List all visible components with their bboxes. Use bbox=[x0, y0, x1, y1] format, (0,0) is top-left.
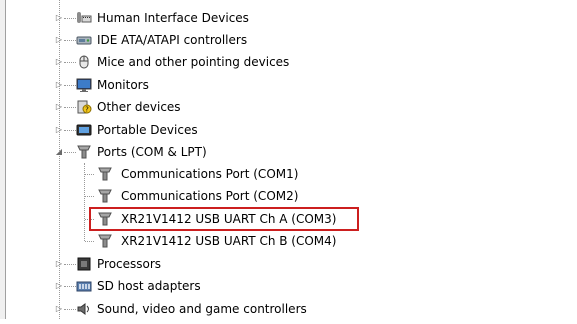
tree-item-com1[interactable]: Communications Port (COM1) bbox=[0, 163, 577, 185]
tree-item-label: Communications Port (COM2) bbox=[121, 189, 299, 203]
tree-branch-line bbox=[64, 18, 76, 19]
tree-item-label: Monitors bbox=[97, 78, 149, 92]
tree-branch-line bbox=[85, 219, 94, 220]
tree-branch-line bbox=[64, 107, 76, 108]
ide-controller-icon bbox=[76, 32, 92, 48]
hid-icon bbox=[76, 10, 92, 26]
tree-item-label: Other devices bbox=[97, 100, 181, 114]
tree-item-label: Human Interface Devices bbox=[97, 11, 249, 25]
tree-branch-line bbox=[64, 130, 76, 131]
processor-icon bbox=[76, 256, 92, 272]
port-icon bbox=[76, 144, 92, 160]
tree-item-label: XR21V1412 USB UART Ch A (COM3) bbox=[121, 212, 337, 226]
svg-text:?: ? bbox=[85, 106, 89, 114]
tree-item-human-interface-devices[interactable]: ▷ Human Interface Devices bbox=[0, 7, 577, 29]
tree-item-com3[interactable]: XR21V1412 USB UART Ch A (COM3) bbox=[0, 208, 577, 230]
tree-item-label: SD host adapters bbox=[97, 279, 201, 293]
expand-collapsed-icon[interactable]: ▷ bbox=[55, 282, 63, 290]
expand-collapsed-icon[interactable]: ▷ bbox=[55, 14, 63, 22]
tree-branch-line bbox=[64, 85, 76, 86]
device-manager-tree[interactable]: ▷ Human Interface Devices ▷ IDE ATA/ATAP… bbox=[0, 0, 577, 319]
expand-collapsed-icon[interactable]: ▷ bbox=[55, 260, 63, 268]
tree-branch-line bbox=[85, 174, 94, 175]
tree-item-label: Mice and other pointing devices bbox=[97, 55, 290, 69]
tree-item-ide-ata-atapi-controllers[interactable]: ▷ IDE ATA/ATAPI controllers bbox=[0, 29, 577, 51]
tree-branch-line bbox=[64, 152, 76, 153]
tree-item-processors[interactable]: ▷ Processors bbox=[0, 253, 577, 275]
tree-item-label: IDE ATA/ATAPI controllers bbox=[97, 33, 248, 47]
unknown-device-icon: ? bbox=[76, 99, 92, 115]
tree-item-com2[interactable]: Communications Port (COM2) bbox=[0, 185, 577, 207]
tree-item-label: Sound, video and game controllers bbox=[97, 302, 307, 316]
tree-item-monitors[interactable]: ▷ Monitors bbox=[0, 74, 577, 96]
tree-branch-line bbox=[64, 264, 76, 265]
expand-collapsed-icon[interactable]: ▷ bbox=[55, 305, 63, 313]
tree-item-mice[interactable]: ▷ Mice and other pointing devices bbox=[0, 51, 577, 73]
expand-expanded-icon[interactable]: ◢ bbox=[55, 148, 63, 156]
tree-item-label: Ports (COM & LPT) bbox=[97, 145, 207, 159]
tree-item-label: Communications Port (COM1) bbox=[121, 167, 299, 181]
tree-item-com4[interactable]: XR21V1412 USB UART Ch B (COM4) bbox=[0, 230, 577, 252]
port-icon bbox=[97, 166, 113, 182]
speaker-icon bbox=[76, 301, 92, 317]
expand-collapsed-icon[interactable]: ▷ bbox=[55, 81, 63, 89]
monitor-icon bbox=[76, 77, 92, 93]
tree-branch-line bbox=[64, 40, 76, 41]
expand-collapsed-icon[interactable]: ▷ bbox=[55, 126, 63, 134]
mouse-icon bbox=[76, 54, 92, 70]
tree-item-label: Portable Devices bbox=[97, 123, 198, 137]
tree-item-sound-video-game-controllers[interactable]: ▷ Sound, video and game controllers bbox=[0, 298, 577, 320]
tree-item-sd-host-adapters[interactable]: ▷ SD host adapters bbox=[0, 275, 577, 297]
expand-collapsed-icon[interactable]: ▷ bbox=[55, 36, 63, 44]
tree-branch-line bbox=[85, 241, 94, 242]
tree-item-portable-devices[interactable]: ▷ Portable Devices bbox=[0, 119, 577, 141]
tree-item-label: XR21V1412 USB UART Ch B (COM4) bbox=[121, 234, 337, 248]
sd-adapter-icon bbox=[76, 278, 92, 294]
tree-branch-line bbox=[64, 62, 76, 63]
tree-branch-line bbox=[64, 286, 76, 287]
expand-collapsed-icon[interactable]: ▷ bbox=[55, 103, 63, 111]
expand-collapsed-icon[interactable]: ▷ bbox=[55, 58, 63, 66]
tree-item-ports-com-lpt[interactable]: ◢ Ports (COM & LPT) bbox=[0, 141, 577, 163]
tree-branch-line bbox=[64, 309, 76, 310]
port-icon bbox=[97, 211, 113, 227]
tree-item-other-devices[interactable]: ▷ ? Other devices bbox=[0, 96, 577, 118]
port-icon bbox=[97, 233, 113, 249]
port-icon bbox=[97, 188, 113, 204]
portable-device-icon bbox=[76, 122, 92, 138]
tree-branch-line bbox=[85, 196, 94, 197]
tree-item-label: Processors bbox=[97, 257, 162, 271]
